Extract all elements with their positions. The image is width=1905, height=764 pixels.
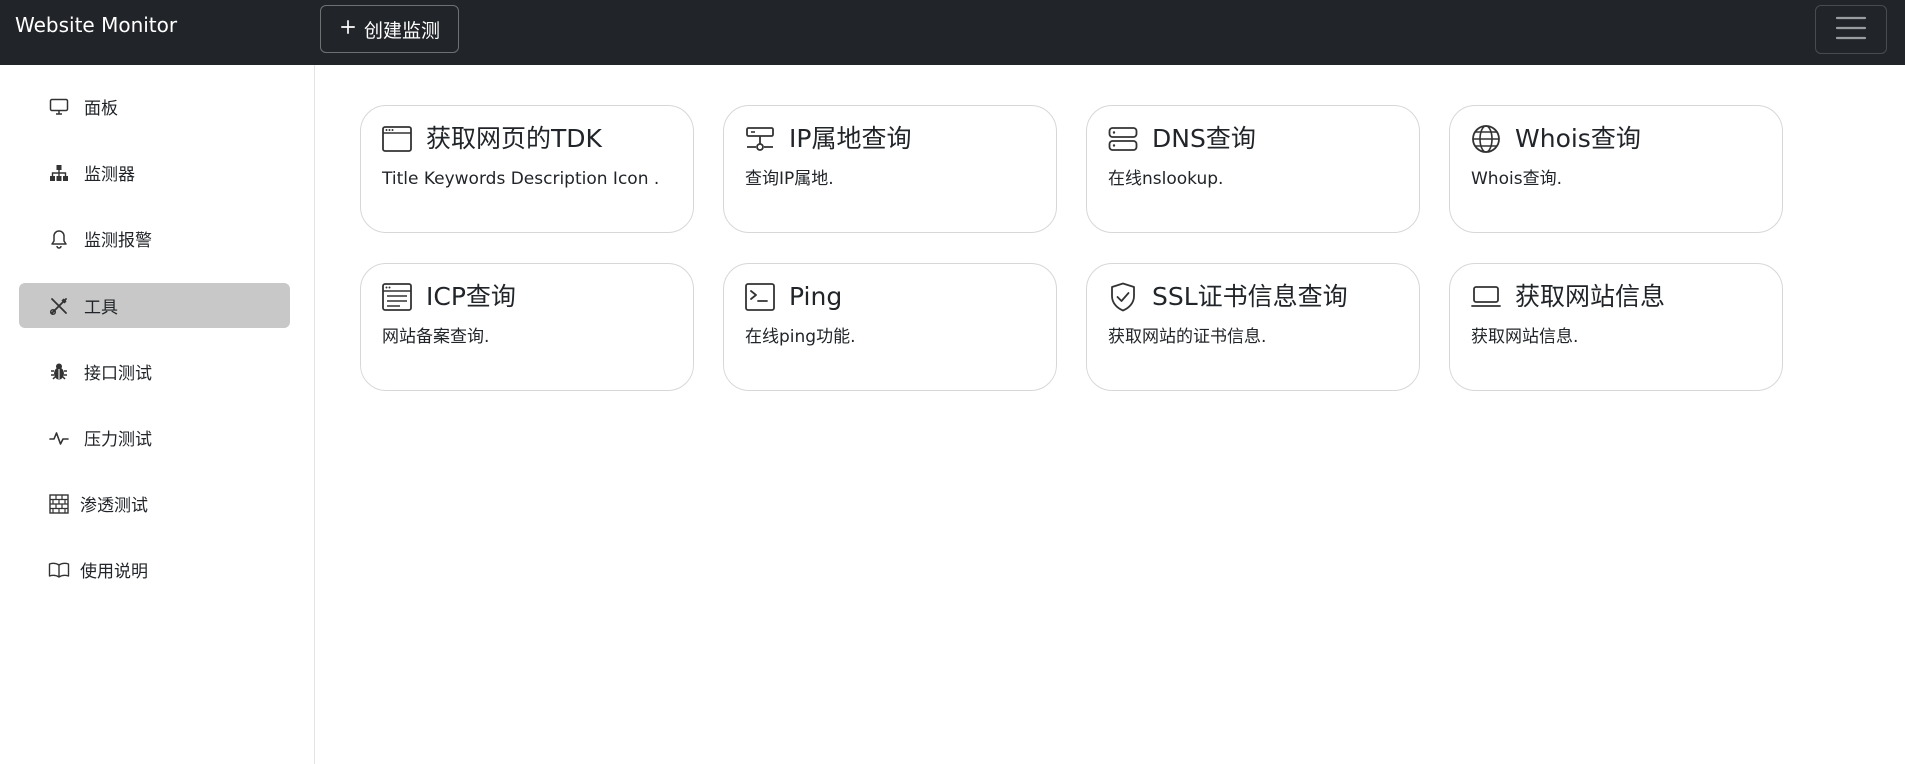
tool-card-whois[interactable]: Whois查询 Whois查询.	[1449, 105, 1783, 233]
sidebar-item-dashboard[interactable]: 面板	[19, 84, 290, 129]
sidebar-item-docs[interactable]: 使用说明	[19, 547, 290, 592]
laptop-icon	[1471, 282, 1501, 312]
bell-icon	[48, 228, 70, 250]
sidebar-item-label: 工具	[84, 298, 118, 318]
diagram-icon	[48, 162, 70, 184]
plus-icon	[339, 18, 357, 41]
sidebar-item-api-test[interactable]: 接口测试	[19, 349, 290, 394]
tool-card-ssl[interactable]: SSL证书信息查询 获取网站的证书信息.	[1086, 263, 1420, 391]
top-navbar: Website Monitor 创建监测	[0, 0, 1905, 65]
tool-card-title: Ping	[789, 282, 843, 311]
sidebar-item-monitors[interactable]: 监测器	[19, 150, 290, 195]
tools-icon	[48, 295, 70, 317]
activity-icon	[48, 427, 70, 449]
tool-card-title: 获取网页的TDK	[426, 124, 602, 153]
tool-card-title: SSL证书信息查询	[1152, 282, 1348, 311]
tool-card-desc: 查询IP属地.	[745, 169, 834, 189]
tool-card-desc: 获取网站的证书信息.	[1108, 327, 1267, 347]
tool-card-title: IP属地查询	[789, 124, 912, 153]
tool-card-site-info[interactable]: 获取网站信息 获取网站信息.	[1449, 263, 1783, 391]
tool-card-title: DNS查询	[1152, 124, 1256, 153]
tool-card-tdk[interactable]: 获取网页的TDK Title Keywords Description Icon…	[360, 105, 694, 233]
sidebar-item-label: 使用说明	[80, 562, 148, 582]
tool-card-desc: Whois查询.	[1471, 169, 1562, 189]
tool-card-ping[interactable]: Ping 在线ping功能.	[723, 263, 1057, 391]
brand-link[interactable]: Website Monitor	[15, 13, 177, 37]
shield-check-icon	[1108, 282, 1138, 312]
menu-toggle-button[interactable]	[1815, 5, 1887, 54]
tool-card-dns[interactable]: DNS查询 在线nslookup.	[1086, 105, 1420, 233]
sidebar-item-stress-test[interactable]: 压力测试	[19, 415, 290, 460]
server-icon	[1108, 124, 1138, 154]
tool-card-title: 获取网站信息	[1515, 282, 1666, 311]
sidebar-item-label: 渗透测试	[80, 496, 148, 516]
tool-card-desc: 在线nslookup.	[1108, 169, 1224, 189]
hamburger-icon	[1835, 15, 1867, 45]
sidebar-item-alerts[interactable]: 监测报警	[19, 216, 290, 261]
sidebar: 面板 监测器 监测报警 工具 接口测试 压力测试 渗透测试 使用说明	[0, 65, 315, 764]
tool-card-ip-location[interactable]: IP属地查询 查询IP属地.	[723, 105, 1057, 233]
window-icon	[382, 124, 412, 154]
monitor-icon	[48, 96, 70, 118]
bug-icon	[48, 361, 70, 383]
sidebar-item-label: 监测器	[84, 165, 135, 185]
tool-card-desc: 获取网站信息.	[1471, 327, 1579, 347]
sidebar-item-pentest[interactable]: 渗透测试	[19, 481, 290, 526]
sidebar-item-label: 监测报警	[84, 231, 152, 251]
tool-card-icp[interactable]: ICP查询 网站备案查询.	[360, 263, 694, 391]
sidebar-item-tools[interactable]: 工具	[19, 283, 290, 328]
create-monitor-label: 创建监测	[363, 19, 440, 42]
sidebar-item-label: 面板	[84, 99, 118, 119]
bricks-icon	[48, 493, 70, 515]
terminal-icon	[745, 282, 775, 312]
tool-card-desc: Title Keywords Description Icon .	[382, 169, 660, 189]
tool-card-title: Whois查询	[1515, 124, 1641, 153]
globe-icon	[1471, 124, 1501, 154]
tool-card-desc: 在线ping功能.	[745, 327, 856, 347]
sidebar-item-label: 接口测试	[84, 364, 152, 384]
list-window-icon	[382, 282, 412, 312]
sidebar-item-label: 压力测试	[84, 430, 152, 450]
create-monitor-button[interactable]: 创建监测	[320, 5, 459, 53]
tool-card-desc: 网站备案查询.	[382, 327, 490, 347]
ethernet-icon	[745, 124, 775, 154]
book-icon	[48, 559, 70, 581]
tool-card-title: ICP查询	[426, 282, 516, 311]
